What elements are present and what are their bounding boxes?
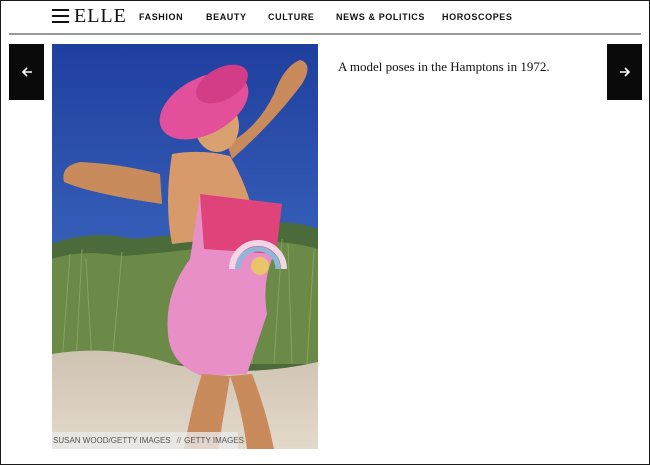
next-slide-button[interactable] bbox=[607, 44, 642, 100]
credit-separator: // bbox=[176, 436, 182, 445]
header-divider bbox=[9, 33, 641, 35]
photo-credit: SUSAN WOOD/GETTY IMAGES //GETTY IMAGES bbox=[52, 432, 244, 449]
credit-photographer: SUSAN WOOD/GETTY IMAGES bbox=[53, 436, 171, 445]
photo-caption: A model poses in the Hamptons in 1972. bbox=[338, 59, 550, 74]
arrow-right-icon bbox=[619, 67, 630, 77]
nav-item-horoscopes[interactable]: HOROSCOPES bbox=[442, 12, 513, 22]
site-header: ELLE FASHION BEAUTY CULTURE NEWS & POLIT… bbox=[0, 0, 650, 34]
gallery-photo: SUSAN WOOD/GETTY IMAGES //GETTY IMAGES bbox=[52, 44, 318, 449]
credit-agency: GETTY IMAGES bbox=[184, 436, 244, 445]
menu-icon[interactable] bbox=[52, 9, 69, 23]
nav-item-beauty[interactable]: BEAUTY bbox=[206, 12, 247, 22]
model-photo-illustration bbox=[52, 44, 318, 449]
nav-item-culture[interactable]: CULTURE bbox=[268, 12, 315, 22]
elle-logo[interactable]: ELLE bbox=[74, 4, 127, 28]
arrow-left-icon bbox=[21, 67, 32, 77]
nav-item-fashion[interactable]: FASHION bbox=[139, 12, 183, 22]
previous-slide-button[interactable] bbox=[9, 44, 44, 100]
nav-item-news-politics[interactable]: NEWS & POLITICS bbox=[336, 12, 425, 22]
